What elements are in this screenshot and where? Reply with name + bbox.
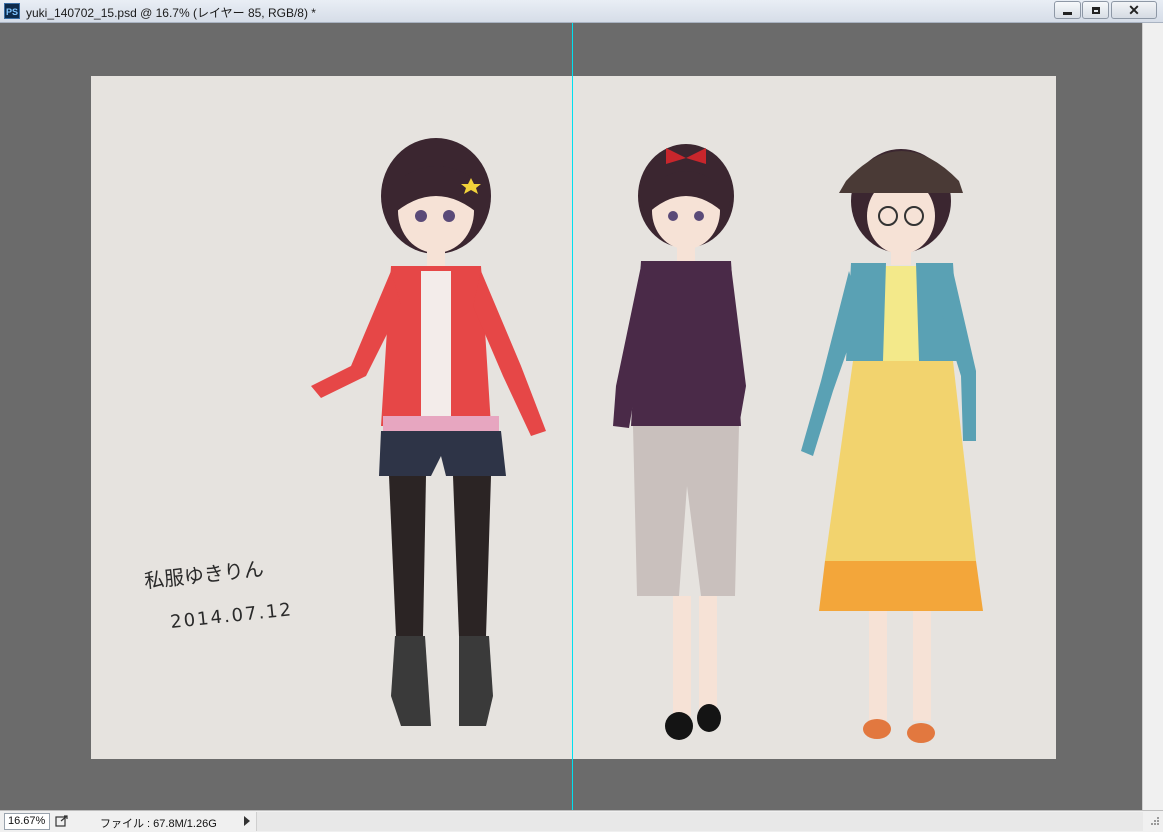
character-purple-sweater [613,144,746,740]
signature-date: 2014.07.12 [169,599,294,633]
maximize-icon [1091,6,1100,14]
artboard[interactable]: 私服ゆきりん 2014.07.12 [91,76,1056,759]
export-icon[interactable] [55,814,69,828]
signature-name: 私服ゆきりん [143,557,265,593]
character-red-hoodie [311,138,546,726]
character-yellow-dress [801,149,983,743]
status-menu-arrow-icon[interactable] [244,816,250,826]
title-bar: PS yuki_140702_15.psd @ 16.7% (レイヤー 85, … [0,0,1163,23]
zoom-level-field[interactable]: 16.67% [4,813,50,830]
photoshop-app-icon: PS [4,3,20,19]
close-button[interactable]: ✕ [1111,1,1157,19]
vertical-scrollbar[interactable] [1142,23,1163,810]
minimize-button[interactable] [1054,1,1081,19]
minimize-icon [1063,12,1072,15]
document-canvas[interactable]: 私服ゆきりん 2014.07.12 [4,23,1142,810]
vertical-guide-line[interactable] [572,23,573,810]
horizontal-scrollbar[interactable] [256,812,1143,831]
resize-grip-icon[interactable] [1147,815,1160,828]
document-title: yuki_140702_15.psd @ 16.7% (レイヤー 85, RGB… [26,6,316,20]
status-bar: 16.67% ファイル : 67.8M/1.26G [0,810,1163,832]
maximize-button[interactable] [1082,1,1109,19]
document-size-info: ファイル : 67.8M/1.26G [100,818,217,830]
close-icon: ✕ [1128,2,1140,18]
